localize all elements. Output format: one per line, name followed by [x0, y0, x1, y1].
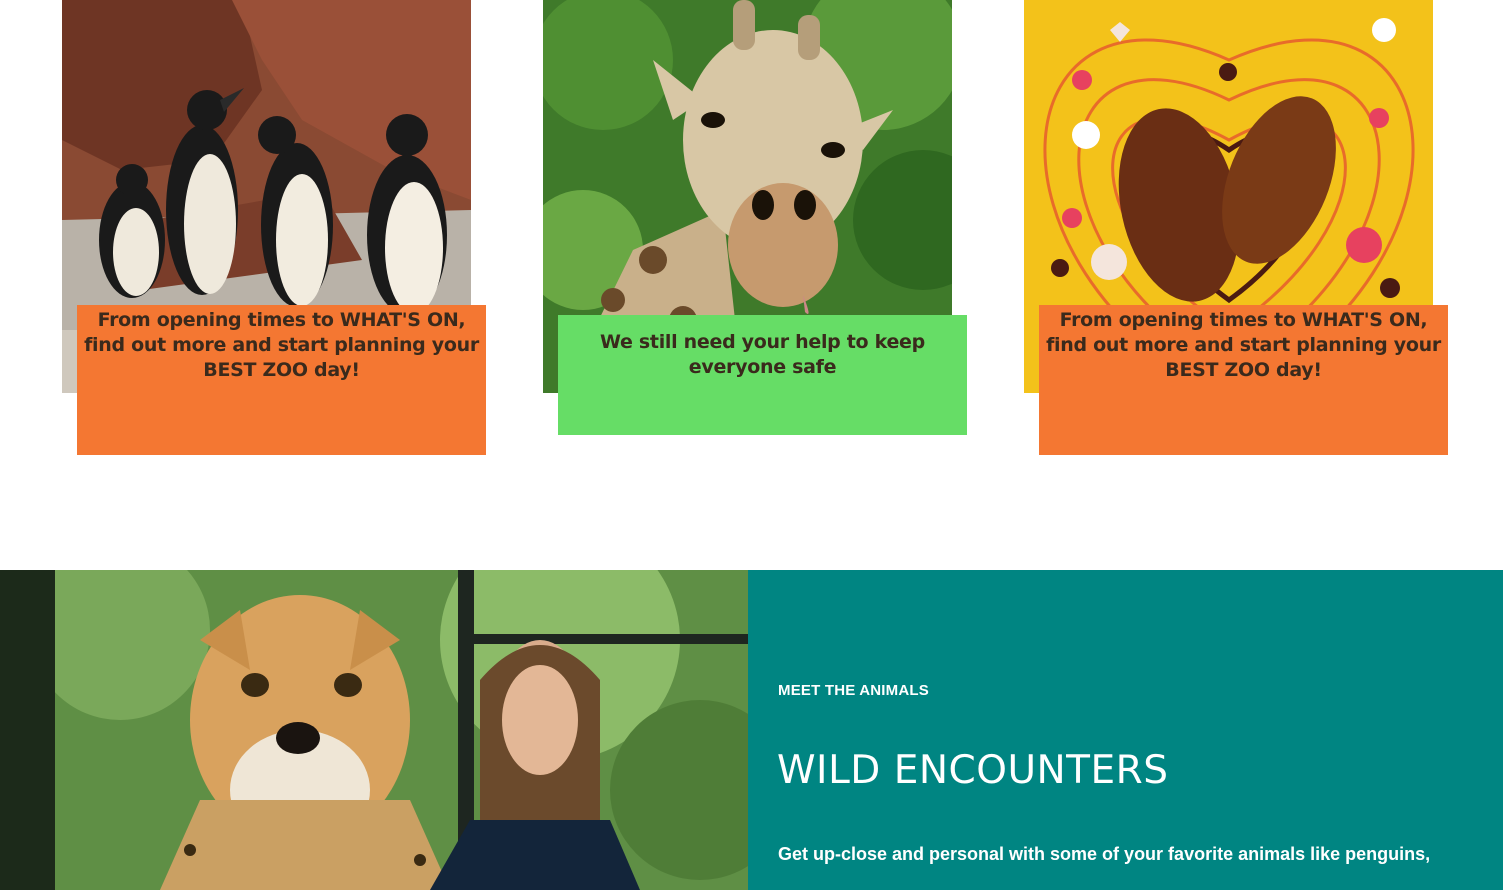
section-description: Get up-close and personal with some of y… — [778, 844, 1431, 864]
card-caption[interactable]: From opening times to WHAT'S ON, find ou… — [1039, 305, 1448, 455]
section-eyebrow: MEET THE ANIMALS — [778, 682, 929, 699]
card-caption[interactable]: We still need your help to keep everyone… — [558, 315, 967, 435]
cheetah-keeper-photo — [0, 570, 748, 890]
wild-encounters-section: MEET THE ANIMALS WILD ENCOUNTERS Get up-… — [0, 570, 1503, 890]
encounters-panel: MEET THE ANIMALS WILD ENCOUNTERS Get up-… — [748, 570, 1503, 890]
card-caption[interactable]: From opening times to WHAT'S ON, find ou… — [77, 305, 486, 455]
cheetah-photo — [0, 570, 748, 890]
section-title: WILD ENCOUNTERS — [777, 748, 1169, 793]
page: From opening times to WHAT'S ON, find ou… — [0, 0, 1503, 890]
